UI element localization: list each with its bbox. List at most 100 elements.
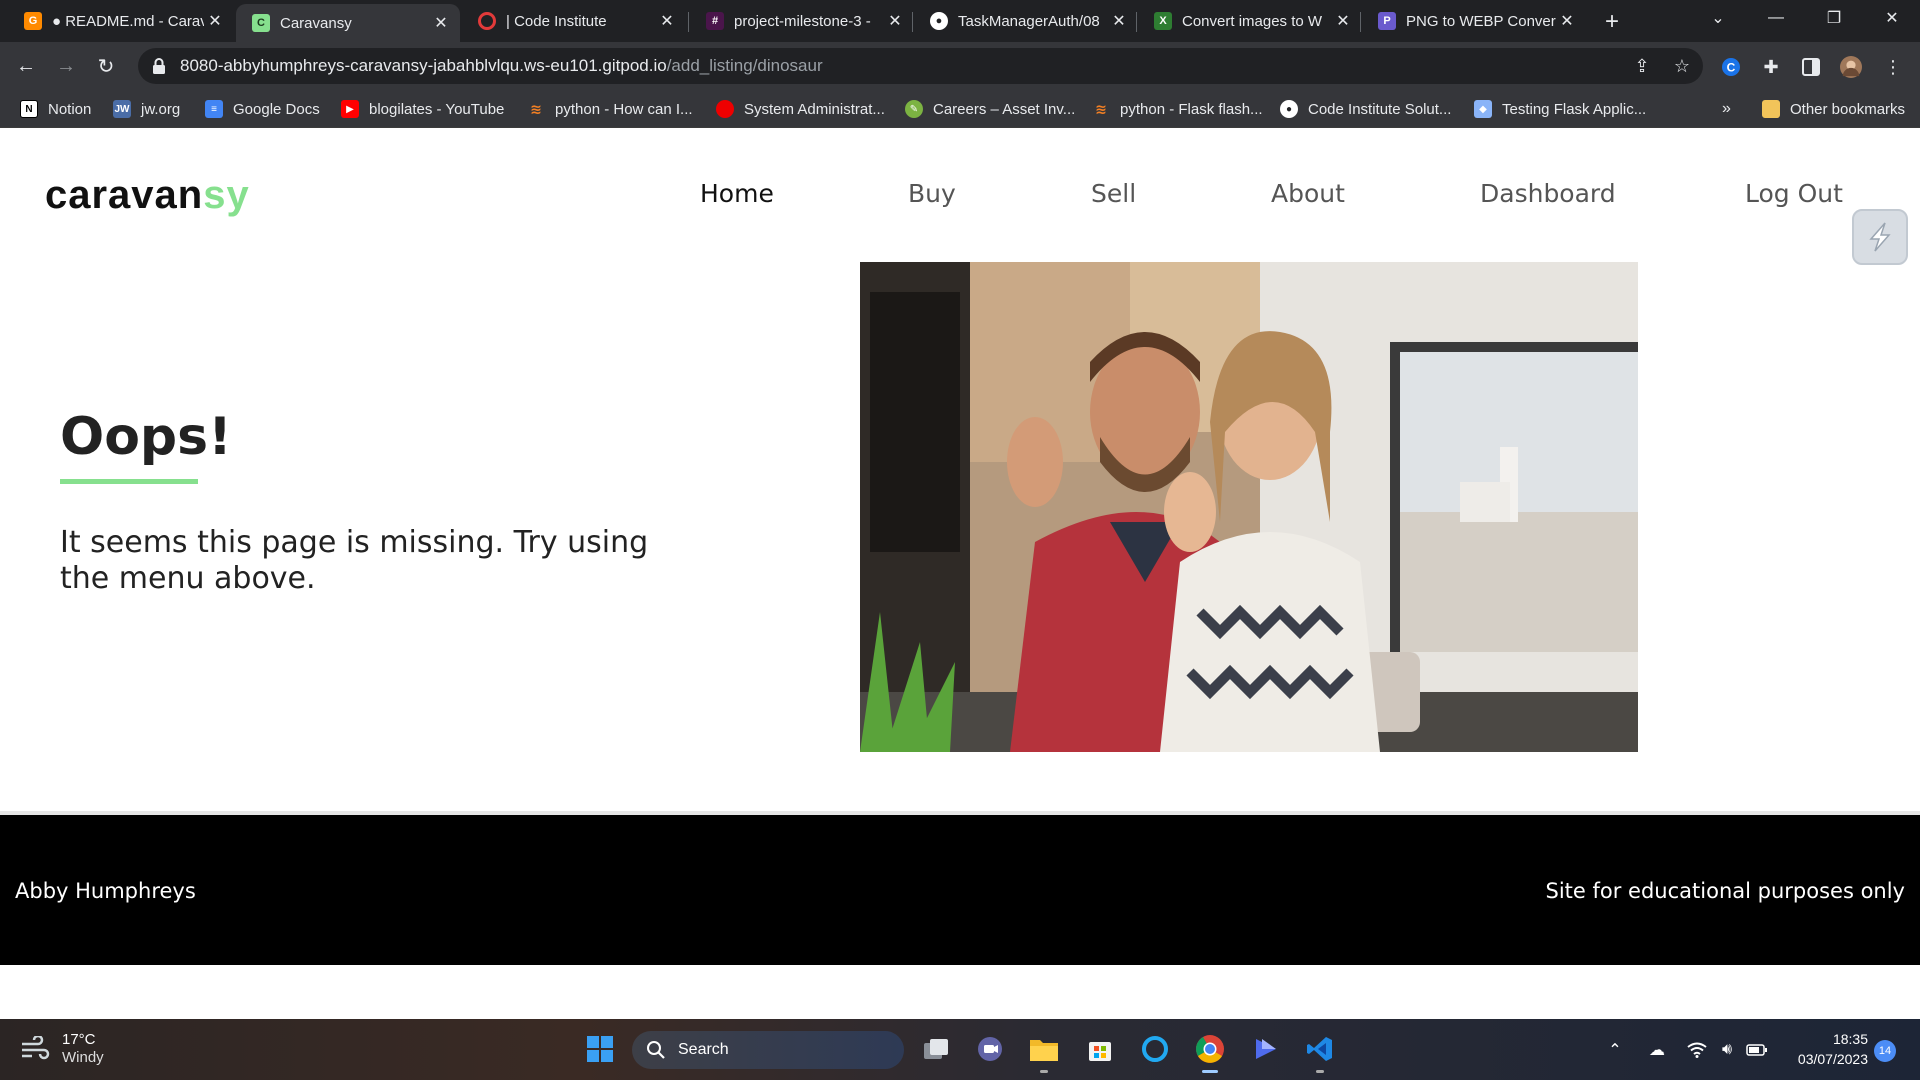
other-bookmarks-folder[interactable]: Other bookmarks: [1762, 98, 1905, 120]
menu-kebab-icon[interactable]: ⋮: [1882, 56, 1904, 78]
bookmark-jw[interactable]: JW jw.org: [113, 98, 180, 120]
back-arrow-icon[interactable]: ←: [10, 50, 42, 82]
tab-caravansy[interactable]: C Caravansy ✕: [236, 4, 460, 42]
nav-sell[interactable]: Sell: [1091, 179, 1136, 208]
power-automate-icon[interactable]: [1246, 1029, 1286, 1069]
cortana-icon[interactable]: [1135, 1029, 1175, 1069]
more-bookmarks-chevron[interactable]: »: [1722, 98, 1731, 120]
profile-avatar[interactable]: [1840, 56, 1862, 78]
jw-icon: JW: [113, 100, 131, 118]
wifi-icon[interactable]: [1684, 1037, 1710, 1063]
tray-chevron-up-icon[interactable]: ⌃: [1602, 1037, 1628, 1063]
tab-strip: G ● README.md - Carav ✕ C Caravansy ✕ | …: [0, 0, 1920, 42]
tab-slack[interactable]: # project-milestone-3 - ✕: [690, 0, 914, 42]
bookmark-code-institute-solutions[interactable]: ● Code Institute Solut...: [1280, 98, 1451, 120]
bookmark-google-docs[interactable]: ≡ Google Docs: [205, 98, 320, 120]
file-explorer-icon[interactable]: [1024, 1029, 1064, 1073]
nav-buy[interactable]: Buy: [908, 179, 956, 208]
close-icon[interactable]: ✕: [884, 10, 906, 32]
bookmark-stackoverflow-2[interactable]: ≋ python - Flask flash...: [1092, 98, 1262, 120]
error-heading: Oops!: [60, 407, 232, 467]
tab-convert-images[interactable]: X Convert images to W ✕: [1138, 0, 1362, 42]
caravansy-favicon: C: [252, 14, 270, 32]
nav-log-out[interactable]: Log Out: [1745, 179, 1843, 208]
tab-separator: [1136, 12, 1137, 32]
footer-author: Abby Humphreys: [15, 879, 196, 903]
window-close-icon[interactable]: ✕: [1864, 0, 1920, 36]
svg-text:C: C: [1727, 61, 1736, 75]
close-icon[interactable]: ✕: [430, 12, 452, 34]
address-bar[interactable]: 8080-abbyhumphreys-caravansy-jabahblvlqu…: [138, 48, 1703, 84]
tab-github[interactable]: ● TaskManagerAuth/08 ✕: [914, 0, 1138, 42]
tab-readme[interactable]: G ● README.md - Carav ✕: [8, 0, 234, 42]
clock-date: 03/07/2023: [1797, 1051, 1868, 1067]
nav-dashboard[interactable]: Dashboard: [1480, 179, 1616, 208]
search-icon: [647, 1041, 665, 1059]
bookmark-stackoverflow-1[interactable]: ≋ python - How can I...: [527, 98, 692, 120]
tab-search-chevron-icon[interactable]: ⌄: [1690, 0, 1746, 36]
close-icon[interactable]: ✕: [1556, 10, 1578, 32]
chrome-icon[interactable]: [1190, 1029, 1230, 1073]
weather-widget[interactable]: 17°C Windy: [20, 1031, 104, 1067]
start-button[interactable]: [580, 1029, 620, 1069]
tab-png-webp[interactable]: P PNG to WEBP Conver ✕: [1362, 0, 1586, 42]
tab-separator: [912, 12, 913, 32]
notification-badge[interactable]: 14: [1874, 1040, 1896, 1062]
nav-about[interactable]: About: [1271, 179, 1345, 208]
battery-icon[interactable]: [1744, 1037, 1770, 1063]
site-logo[interactable]: caravansy: [45, 173, 250, 218]
weather-temperature: 17°C: [62, 1031, 96, 1048]
extension-c-icon[interactable]: C: [1720, 56, 1742, 78]
google-docs-icon: ≡: [205, 100, 223, 118]
bookmark-youtube[interactable]: ▶ blogilates - YouTube: [341, 98, 504, 120]
png-webp-icon: P: [1378, 12, 1396, 30]
github-icon: ●: [1280, 100, 1298, 118]
reload-icon[interactable]: ↻: [90, 50, 122, 82]
nav-home[interactable]: Home: [700, 179, 774, 208]
volume-icon[interactable]: 🔊︎: [1714, 1037, 1740, 1063]
bookmark-notion[interactable]: N Notion: [20, 98, 91, 120]
bookmark-careers[interactable]: ✎ Careers – Asset Inv...: [905, 98, 1075, 120]
bookmark-star-icon[interactable]: ☆: [1672, 56, 1692, 76]
tab-code-institute[interactable]: | Code Institute ✕: [462, 0, 686, 42]
forward-arrow-icon[interactable]: →: [50, 50, 82, 82]
extensions-puzzle-icon[interactable]: ✚: [1760, 56, 1782, 78]
convert-icon: X: [1154, 12, 1172, 30]
share-icon[interactable]: ⇪: [1632, 56, 1652, 76]
bookmark-redhat[interactable]: System Administrat...: [716, 98, 885, 120]
onedrive-cloud-icon[interactable]: ☁: [1644, 1037, 1670, 1063]
vscode-icon[interactable]: [1300, 1029, 1340, 1073]
gitpod-icon: G: [24, 12, 42, 30]
clock-time: 18:35: [1832, 1031, 1868, 1047]
close-icon[interactable]: ✕: [656, 10, 678, 32]
taskbar-search[interactable]: Search: [632, 1031, 904, 1069]
redhat-icon: [716, 100, 734, 118]
folder-icon: [1762, 100, 1780, 118]
minimize-icon[interactable]: —: [1748, 0, 1804, 36]
close-icon[interactable]: ✕: [1108, 10, 1130, 32]
slack-icon: #: [706, 12, 724, 30]
close-icon[interactable]: ✕: [204, 10, 226, 32]
side-panel-icon[interactable]: [1800, 56, 1822, 78]
new-tab-button[interactable]: +: [1598, 8, 1626, 36]
teams-chat-icon[interactable]: [970, 1029, 1010, 1069]
web-page: caravansy Home Buy Sell About Dashboard …: [0, 129, 1920, 1019]
stackoverflow-icon: ≋: [1095, 100, 1107, 117]
site-footer: Abby Humphreys Site for educational purp…: [0, 815, 1920, 965]
close-icon[interactable]: ✕: [1332, 10, 1354, 32]
task-view-icon[interactable]: [916, 1029, 956, 1069]
weather-condition: Windy: [62, 1049, 104, 1066]
wind-icon: [22, 1036, 50, 1060]
floating-widget-button[interactable]: [1852, 209, 1908, 265]
flask-icon: ◆: [1474, 100, 1492, 118]
careers-icon: ✎: [905, 100, 923, 118]
stackoverflow-icon: ≋: [530, 100, 542, 117]
github-icon: ●: [930, 12, 948, 30]
system-clock[interactable]: 18:35 03/07/2023: [1784, 1029, 1868, 1069]
bookmark-testing-flask[interactable]: ◆ Testing Flask Applic...: [1474, 98, 1646, 120]
microsoft-store-icon[interactable]: [1080, 1029, 1120, 1069]
browser-toolbar: ← → ↻ 8080-abbyhumphreys-caravansy-jabah…: [0, 42, 1920, 90]
restore-icon[interactable]: ❐: [1806, 0, 1862, 36]
url-text: 8080-abbyhumphreys-caravansy-jabahblvlqu…: [180, 56, 823, 75]
windows-logo-icon: [587, 1036, 613, 1062]
